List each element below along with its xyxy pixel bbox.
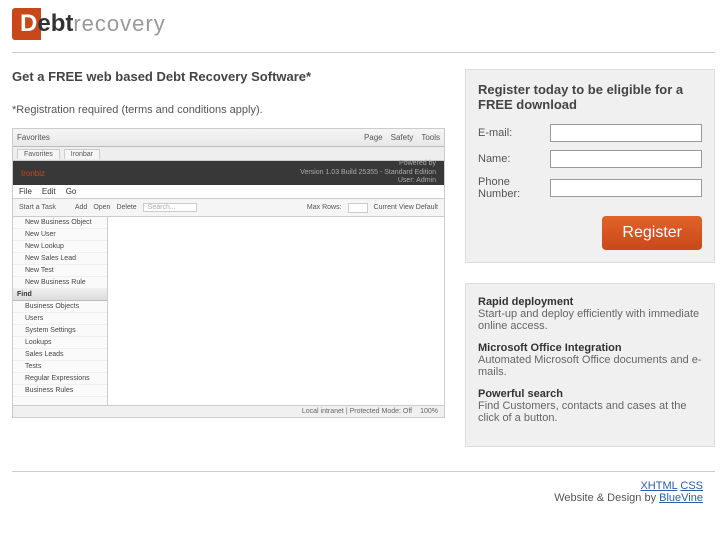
app-toolbar: Start a Task Add Open Delete Search... M… [13, 199, 444, 217]
app-main-area [108, 217, 444, 405]
sidebar-item: Business Objects [13, 301, 107, 313]
bluevine-link[interactable]: BlueVine [659, 492, 703, 504]
sidebar-item: Sales Leads [13, 349, 107, 361]
registration-note: *Registration required (terms and condit… [12, 104, 445, 116]
sidebar-item: New Lookup [13, 241, 107, 253]
feature-title: Powerful search [478, 388, 702, 400]
search-field: Search... [143, 203, 197, 212]
footer-credit: Website & Design by [554, 492, 659, 504]
header: Debtrecovery [0, 0, 727, 48]
logo: Debtrecovery [12, 8, 166, 40]
feature-desc: Find Customers, contacts and cases at th… [478, 400, 702, 424]
xhtml-link[interactable]: XHTML [640, 480, 677, 492]
status-zoom: 100% [420, 408, 438, 415]
name-input[interactable] [550, 150, 702, 168]
sidebar-section-find: Find [13, 289, 107, 301]
phone-input[interactable] [550, 179, 702, 197]
open-btn: Open [93, 204, 110, 211]
browser-menu-safety: Safety [391, 133, 414, 142]
browser-menu-page: Page [364, 133, 383, 142]
favorites-label: Favorites [17, 133, 50, 142]
app-sidebar: New Business Object New User New Lookup … [13, 217, 108, 405]
sidebar-item: New Sales Lead [13, 253, 107, 265]
browser-tabs: Favorites Ironbar [13, 147, 444, 161]
sidebar-item: Regular Expressions [13, 373, 107, 385]
feature-desc: Start-up and deploy efficiently with imm… [478, 308, 702, 332]
sidebar-item: New User [13, 229, 107, 241]
feature-title: Microsoft Office Integration [478, 342, 702, 354]
sidebar-item: New Test [13, 265, 107, 277]
max-rows: Max Rows: [307, 204, 342, 211]
delete-btn: Delete [116, 204, 136, 211]
add-btn: Add [75, 204, 87, 211]
user-label: User: Admin [300, 177, 436, 185]
page-heading: Get a FREE web based Debt Recovery Softw… [12, 69, 445, 84]
app-screenshot: Favorites Page Safety Tools Favorites Ir… [12, 128, 445, 418]
sidebar-item: Business Rules [13, 385, 107, 397]
powered-by: Powered by [300, 160, 436, 168]
tab-ironbar: Ironbar [64, 149, 100, 159]
menu-edit: Edit [42, 187, 56, 196]
register-heading: Register today to be eligible for a FREE… [478, 82, 702, 112]
name-label: Name: [478, 153, 542, 165]
css-link[interactable]: CSS [680, 480, 703, 492]
sidebar-item: New Business Rule [13, 277, 107, 289]
sidebar-item: New Business Object [13, 217, 107, 229]
sidebar-item: Lookups [13, 337, 107, 349]
menu-file: File [19, 187, 32, 196]
status-zone: Local intranet | Protected Mode: Off [302, 408, 412, 415]
divider [12, 52, 715, 53]
feature-desc: Automated Microsoft Office documents and… [478, 354, 702, 378]
version: Version 1.03 Build 25355 - Standard Edit… [300, 169, 436, 177]
feature-title: Rapid deployment [478, 296, 702, 308]
email-label: E-mail: [478, 127, 542, 139]
register-box: Register today to be eligible for a FREE… [465, 69, 715, 263]
footer: XHTML CSS Website & Design by BlueVine [12, 471, 715, 512]
browser-favbar: Favorites Page Safety Tools [13, 129, 444, 147]
start-task-label: Start a Task [19, 204, 56, 211]
phone-label: Phone Number: [478, 176, 542, 200]
features-box: Rapid deployment Start-up and deploy eff… [465, 283, 715, 447]
tab-favorites: Favorites [17, 149, 60, 159]
sidebar-item: System Settings [13, 325, 107, 337]
logo-recovery: recovery [73, 11, 165, 36]
status-bar: Local intranet | Protected Mode: Off 100… [13, 405, 444, 417]
current-view: Current View Default [374, 204, 438, 211]
menu-go: Go [66, 187, 77, 196]
sidebar-item: Users [13, 313, 107, 325]
logo-ebt: ebt [37, 10, 73, 37]
email-input[interactable] [550, 124, 702, 142]
sidebar-item: Tests [13, 361, 107, 373]
app-menu: File Edit Go [13, 185, 444, 199]
register-button[interactable]: Register [602, 216, 702, 250]
app-header: Ironbiz Powered by Version 1.03 Build 25… [13, 161, 444, 185]
browser-menu-tools: Tools [421, 133, 440, 142]
app-brand: Ironbiz [21, 169, 45, 178]
